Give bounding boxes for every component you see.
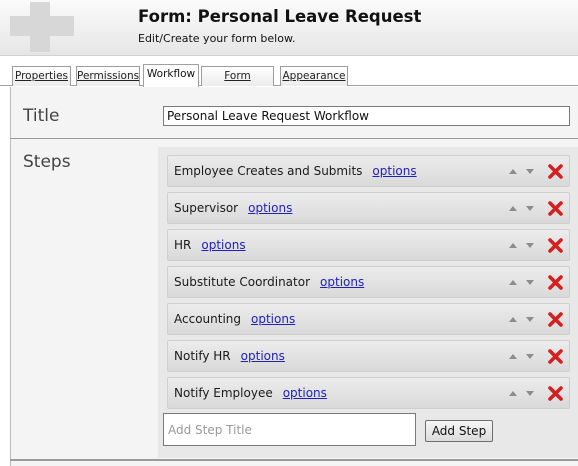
arrow-down-icon[interactable] — [526, 206, 534, 211]
workflow-step: HR options — [167, 229, 570, 261]
step-label-group: Employee Creates and Submits options — [174, 164, 417, 178]
step-title: Accounting — [174, 312, 242, 326]
step-title: HR — [174, 238, 192, 252]
section-divider — [10, 138, 578, 139]
workflow-step: Employee Creates and Submits options — [167, 155, 570, 187]
delete-x-icon[interactable] — [548, 201, 563, 216]
arrow-down-icon[interactable] — [526, 169, 534, 174]
arrow-down-icon[interactable] — [526, 391, 534, 396]
step-label-group: HR options — [174, 238, 246, 252]
step-label-group: Notify HR options — [174, 349, 285, 363]
step-options-link[interactable]: options — [372, 164, 416, 178]
workflow-step: Notify HR options — [167, 340, 570, 372]
step-title: Employee Creates and Submits — [174, 164, 363, 178]
tab-permissions[interactable]: Permissions — [76, 66, 140, 86]
step-title: Substitute Coordinator — [174, 275, 311, 289]
tab-workflow[interactable]: Workflow — [143, 64, 199, 87]
step-options-link[interactable]: options — [248, 201, 292, 215]
delete-x-icon[interactable] — [548, 349, 563, 364]
tab-properties[interactable]: Properties — [12, 66, 71, 86]
delete-x-icon[interactable] — [548, 275, 563, 290]
arrow-up-icon[interactable] — [509, 169, 517, 174]
plus-icon — [10, 2, 74, 52]
arrow-down-icon[interactable] — [526, 280, 534, 285]
delete-x-icon[interactable] — [548, 312, 563, 327]
workflow-step: Notify Employee options — [167, 377, 570, 409]
arrow-up-icon[interactable] — [509, 354, 517, 359]
steps-label: Steps — [23, 152, 71, 172]
delete-x-icon[interactable] — [548, 238, 563, 253]
arrow-up-icon[interactable] — [509, 280, 517, 285]
tab-appearance[interactable]: Appearance — [280, 66, 348, 86]
page-subtitle: Edit/Create your form below. — [138, 32, 296, 45]
step-options-link[interactable]: options — [241, 349, 285, 363]
title-label: Title — [23, 106, 60, 126]
step-label-group: Substitute Coordinator options — [174, 275, 364, 289]
delete-x-icon[interactable] — [548, 164, 563, 179]
delete-x-icon[interactable] — [548, 386, 563, 401]
step-options-link[interactable]: options — [283, 386, 327, 400]
arrow-down-icon[interactable] — [526, 243, 534, 248]
step-title: Supervisor — [174, 201, 239, 215]
page-title: Form: Personal Leave Request — [138, 7, 422, 26]
step-options-link[interactable]: options — [201, 238, 245, 252]
arrow-up-icon[interactable] — [509, 391, 517, 396]
add-step-title-input[interactable] — [163, 413, 416, 446]
step-title: Notify Employee — [174, 386, 273, 400]
tab-form-content[interactable]: Form Content — [201, 66, 274, 100]
arrow-up-icon[interactable] — [509, 243, 517, 248]
tab-bar: Properties Permissions Workflow Form Con… — [0, 64, 578, 100]
arrow-up-icon[interactable] — [509, 317, 517, 322]
step-label-group: Notify Employee options — [174, 386, 327, 400]
workflow-title-input[interactable] — [163, 106, 570, 126]
step-options-link[interactable]: options — [251, 312, 295, 326]
step-options-link[interactable]: options — [320, 275, 364, 289]
arrow-up-icon[interactable] — [509, 206, 517, 211]
workflow-step: Accounting options — [167, 303, 570, 335]
step-label-group: Accounting options — [174, 312, 295, 326]
header: Form: Personal Leave Request Edit/Create… — [0, 0, 578, 56]
add-step-button[interactable]: Add Step — [425, 420, 493, 442]
arrow-down-icon[interactable] — [526, 354, 534, 359]
step-label-group: Supervisor options — [174, 201, 292, 215]
section-divider-bottom — [10, 459, 578, 461]
workflow-step: Substitute Coordinator options — [167, 266, 570, 298]
step-title: Notify HR — [174, 349, 231, 363]
arrow-down-icon[interactable] — [526, 317, 534, 322]
workflow-step: Supervisor options — [167, 192, 570, 224]
